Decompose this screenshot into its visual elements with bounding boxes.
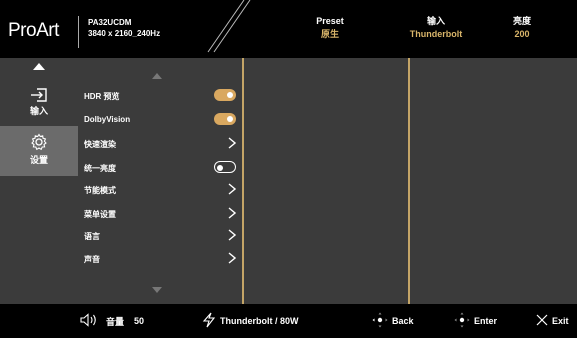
sidebar-item-label: 设置 [29, 155, 48, 165]
sidebar-scroll-up-icon[interactable] [0, 58, 78, 76]
menu-item-label: 节能模式 [84, 186, 116, 195]
close-icon [536, 314, 552, 328]
brightness-label: 亮度 [512, 16, 531, 26]
menu-item-menu-settings[interactable]: 菜单设置 [84, 207, 240, 221]
power-source-label: Thunderbolt / 80W [220, 316, 299, 326]
enter-label: Enter [474, 316, 498, 326]
menu-item-uniform-brightness[interactable]: 统一亮度 [84, 161, 240, 175]
input-value: Thunderbolt [409, 29, 463, 39]
menu-item-label: 语言 [84, 232, 100, 241]
sidebar-item-settings[interactable]: 设置 [0, 126, 78, 176]
header-bar: ProArt PA32UCDM 3840 x 2160_240Hz Preset… [0, 0, 577, 58]
gear-icon [0, 133, 78, 151]
chevron-right-icon [228, 229, 237, 243]
menu-item-label: 声音 [84, 255, 100, 264]
toggle-switch-on[interactable] [214, 89, 236, 101]
chevron-right-icon [228, 137, 237, 151]
model-info: PA32UCDM 3840 x 2160_240Hz [88, 17, 160, 39]
back-control[interactable]: Back [372, 304, 414, 338]
menu-item-sound[interactable]: 声音 [84, 252, 240, 266]
exit-control[interactable]: Exit [536, 304, 569, 338]
preset-value: 原生 [320, 29, 339, 39]
toggle-switch-on[interactable] [214, 113, 236, 125]
sidebar-item-label: 输入 [29, 106, 48, 116]
chevron-right-icon [228, 252, 237, 266]
volume-label: 音量 [106, 316, 125, 327]
exit-label: Exit [552, 316, 569, 326]
back-label: Back [392, 316, 414, 326]
model-name: PA32UCDM [88, 18, 132, 27]
menu-item-fast-render[interactable]: 快速渲染 [84, 137, 240, 151]
chevron-right-icon [228, 207, 237, 221]
power-source-indicator: Thunderbolt / 80W [202, 304, 299, 338]
main-menu-sidebar: 输入 设置 [0, 58, 78, 330]
speaker-icon [80, 313, 104, 329]
lightning-icon [202, 312, 220, 330]
joystick-left-icon [372, 312, 392, 330]
submenu-scroll-down-icon[interactable] [152, 280, 162, 298]
submenu-scroll-up-icon[interactable] [152, 66, 162, 84]
menu-item-label: DolbyVision [84, 115, 131, 124]
header-slash-decoration [207, 0, 251, 53]
brightness-value: 200 [514, 29, 530, 39]
volume-indicator: 音量 50 [80, 304, 144, 338]
model-mode: 3840 x 2160_240Hz [88, 29, 161, 38]
toggle-switch-off[interactable] [214, 161, 236, 173]
preset-status: Preset 原生 [300, 15, 360, 41]
chevron-right-icon [228, 183, 237, 197]
preset-label: Preset [316, 16, 344, 26]
enter-control[interactable]: Enter [454, 304, 497, 338]
input-status: 输入 Thunderbolt [404, 15, 468, 41]
header-divider [78, 16, 79, 48]
input-icon [0, 88, 78, 102]
footer-bar: 音量 50 Thunderbolt / 80W Back Enter Exit [0, 304, 577, 338]
detail-panel [410, 58, 577, 304]
menu-item-label: HDR 预览 [84, 92, 120, 101]
menu-item-eco-mode[interactable]: 节能模式 [84, 183, 240, 197]
option-panel [244, 58, 408, 304]
sidebar-item-input[interactable]: 输入 [0, 88, 78, 124]
volume-value: 50 [134, 316, 145, 326]
joystick-press-icon [454, 312, 474, 330]
menu-item-label: 菜单设置 [84, 210, 116, 219]
brightness-status: 亮度 200 [502, 15, 542, 41]
menu-item-label: 统一亮度 [84, 164, 116, 173]
menu-item-label: 快速渲染 [84, 140, 116, 149]
brand-logo: ProArt [8, 20, 59, 41]
menu-item-language[interactable]: 语言 [84, 229, 240, 243]
menu-item-hdr-preview[interactable]: HDR 预览 [84, 89, 240, 103]
input-label: 输入 [426, 16, 445, 26]
menu-item-dolbyvision[interactable]: DolbyVision [84, 113, 240, 127]
